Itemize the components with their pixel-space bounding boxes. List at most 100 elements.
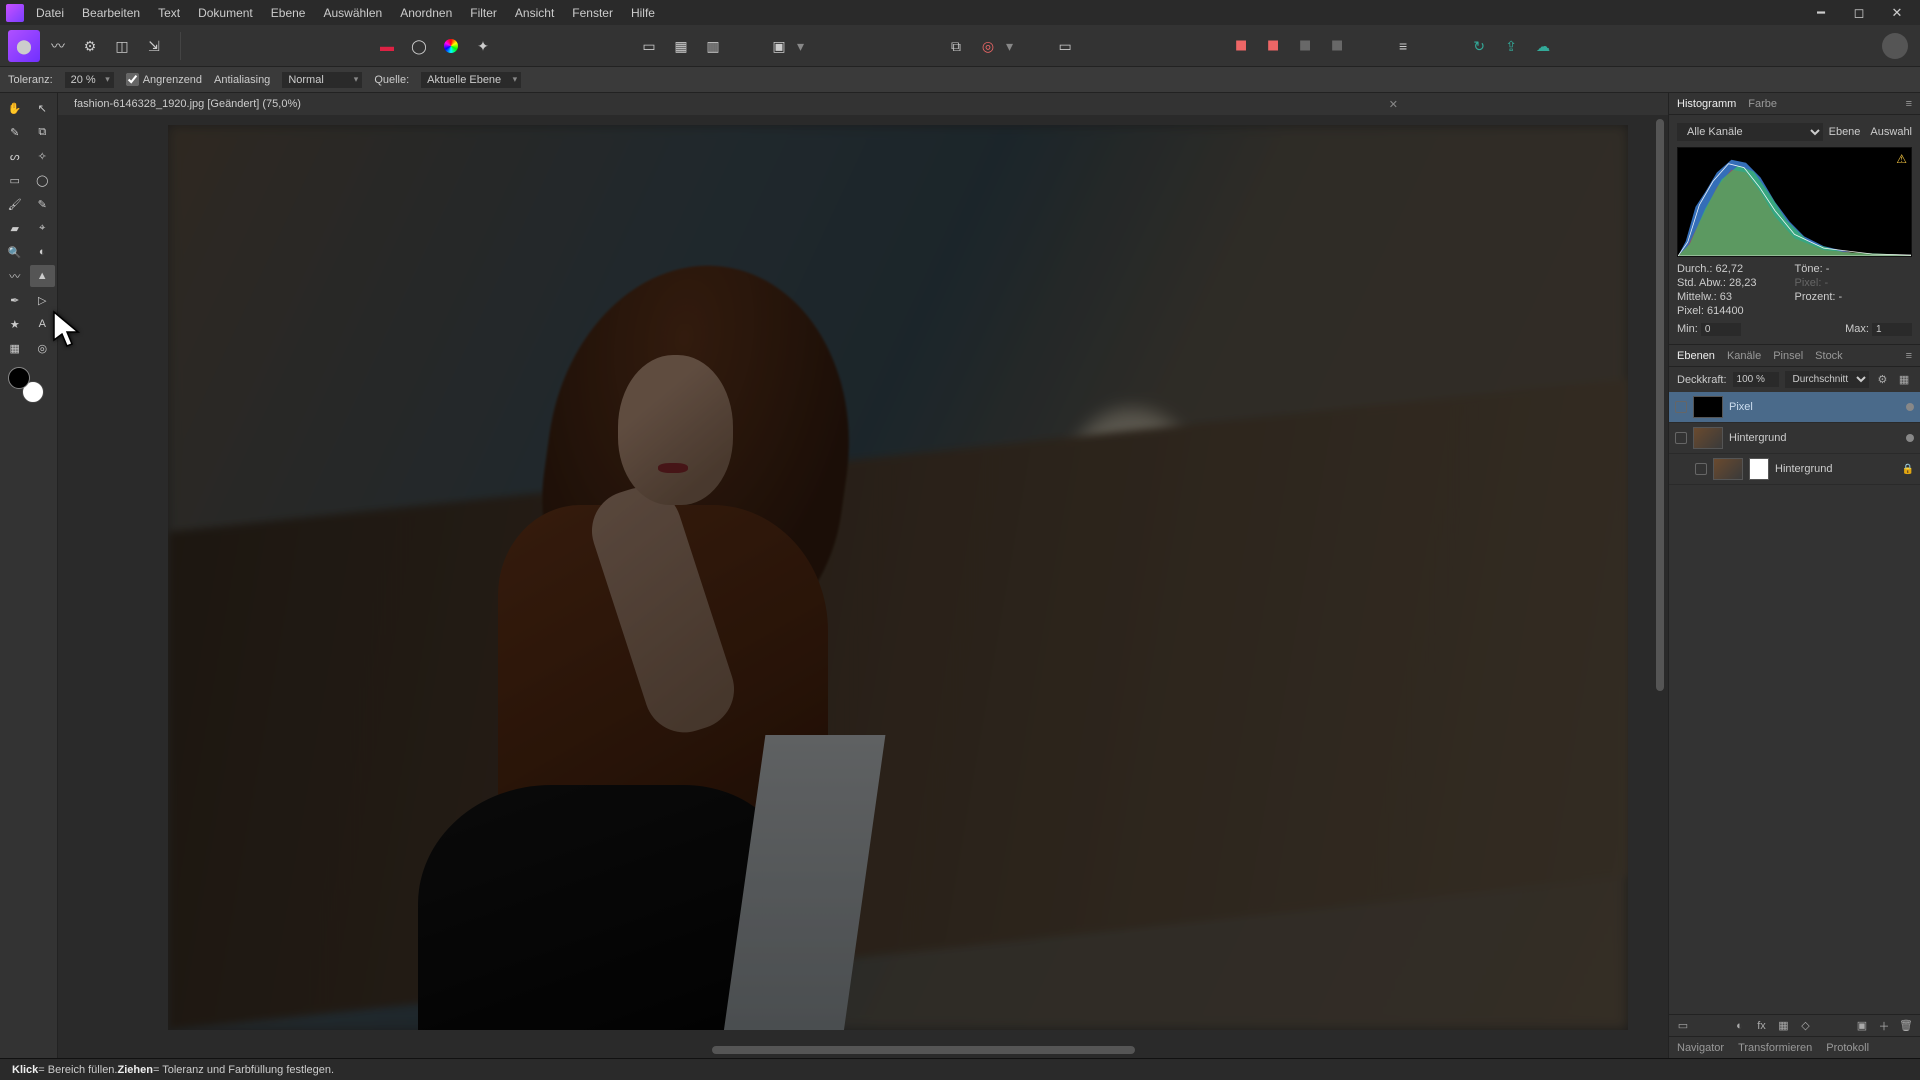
export-persona-icon[interactable]: ⇲ [140,32,168,60]
blend-mode-select[interactable]: Normal [282,72,362,88]
sync-cloud-icon[interactable]: ☁ [1529,32,1557,60]
scope-layer[interactable]: Ebene [1829,126,1861,138]
mask-icon[interactable]: ▭ [1675,1018,1691,1034]
horizontal-scrollbar[interactable] [138,1044,1648,1056]
selection-add-icon[interactable]: ▦ [667,32,695,60]
close-tab-icon[interactable]: ✕ [1389,98,1398,111]
menu-bearbeiten[interactable]: Bearbeiten [82,6,140,20]
layers-menu-icon[interactable]: ≡ [1906,350,1912,362]
layer-fx-icon[interactable]: ⚙ [1875,372,1891,388]
pen-tool[interactable]: ✒ [2,289,28,311]
layer-hintergrund-1[interactable]: Hintergrund [1669,423,1920,454]
account-avatar[interactable] [1882,33,1908,59]
node-tool[interactable]: ▷ [30,289,56,311]
arrange-back-icon[interactable]: ⯀ [1259,32,1287,60]
tab-color[interactable]: Farbe [1748,98,1777,110]
layer-pixel[interactable]: Pixel [1669,392,1920,423]
selection-subtract-icon[interactable]: ▥ [699,32,727,60]
fx-icon[interactable]: fx [1754,1018,1770,1034]
freehand-select-tool[interactable]: ◯ [30,169,56,191]
antialias-label[interactable]: Antialiasing [214,74,270,86]
zoom-tool[interactable]: 🔍 [2,241,28,263]
pixel-brush-tool[interactable]: ✎ [30,193,56,215]
crop-mode-icon[interactable]: ⧉ [942,32,970,60]
menu-anordnen[interactable]: Anordnen [400,6,452,20]
align-icon[interactable]: ≡ [1389,32,1417,60]
layer-name[interactable]: Hintergrund [1729,432,1900,444]
color-wheel-icon[interactable] [437,32,465,60]
sync-up-icon[interactable]: ⇪ [1497,32,1525,60]
lock-icon[interactable]: 🔒 [1902,464,1914,475]
photo-persona-icon[interactable]: ⬤ [8,30,40,62]
dodge-tool[interactable]: ◐ [30,241,56,263]
autocolor-icon[interactable]: ✦ [469,32,497,60]
arrange-bwd-icon[interactable]: ⯀ [1323,32,1351,60]
mask-add-icon[interactable]: ▦ [1776,1018,1792,1034]
develop-persona-icon[interactable]: ⚙ [76,32,104,60]
minimize-button[interactable]: ━ [1804,2,1838,24]
menu-hilfe[interactable]: Hilfe [631,6,655,20]
menu-dokument[interactable]: Dokument [198,6,253,20]
add-layer-icon[interactable]: ＋ [1876,1018,1892,1034]
quickmask-icon[interactable]: ▣ [765,32,793,60]
vertical-scrollbar[interactable] [1654,117,1666,1040]
max-input[interactable] [1872,323,1912,336]
document-tab[interactable]: fashion-6146328_1920.jpg [Geändert] (75,… [66,95,309,113]
close-window-button[interactable]: ✕ [1880,2,1914,24]
layer-hintergrund-2[interactable]: Hintergrund 🔒 [1669,454,1920,485]
move-tool[interactable]: ↖ [30,97,56,119]
menu-fenster[interactable]: Fenster [572,6,613,20]
maximize-button[interactable]: ◻ [1842,2,1876,24]
visibility-toggle[interactable] [1675,432,1687,444]
visibility-toggle[interactable] [1675,401,1687,413]
eye-dropper-tool[interactable]: ◎ [30,337,56,359]
liquify-persona-icon[interactable]: 〰 [44,32,72,60]
delete-layer-icon[interactable]: 🗑 [1898,1018,1914,1034]
scope-selection[interactable]: Auswahl [1870,126,1912,138]
min-input[interactable] [1701,323,1741,336]
hand-tool[interactable]: ✋ [2,97,28,119]
tab-history[interactable]: Protokoll [1826,1042,1869,1054]
menu-ansicht[interactable]: Ansicht [515,6,554,20]
visibility-toggle[interactable] [1695,463,1707,475]
adjustment-icon[interactable]: ◐ [1732,1018,1748,1034]
circle-icon[interactable]: ◯ [405,32,433,60]
menu-filter[interactable]: Filter [470,6,497,20]
live-filter-icon[interactable]: ◇ [1798,1018,1814,1034]
tab-layers[interactable]: Ebenen [1677,350,1715,362]
crop-tool[interactable]: ⧉ [30,121,56,143]
selection-new-icon[interactable]: ▭ [635,32,663,60]
arrange-fwd-icon[interactable]: ⯀ [1291,32,1319,60]
text-tool[interactable]: A [30,313,56,335]
menu-datei[interactable]: Datei [36,6,64,20]
magic-wand-tool[interactable]: ✧ [30,145,56,167]
shape-tool[interactable]: ★ [2,313,28,335]
tab-histogram[interactable]: Histogramm [1677,98,1736,110]
tab-stock[interactable]: Stock [1815,350,1843,362]
tone-map-persona-icon[interactable]: ◫ [108,32,136,60]
color-picker-tool[interactable]: ✎ [2,121,28,143]
channel-select[interactable]: Alle Kanäle [1677,123,1823,141]
swatch-red-icon[interactable]: ▬ [373,32,401,60]
tab-brush[interactable]: Pinsel [1773,350,1803,362]
sync-add-icon[interactable]: ↻ [1465,32,1493,60]
menu-ebene[interactable]: Ebene [271,6,306,20]
selection-brush-tool[interactable]: ᔕ [2,145,28,167]
layer-mask-thumbnail[interactable] [1749,458,1769,480]
color-swatches[interactable] [8,367,44,403]
canvas-viewport[interactable] [58,115,1668,1058]
tolerance-input[interactable]: 20 % [65,72,114,88]
smudge-tool[interactable]: 〰 [2,265,28,287]
panel-menu-icon[interactable]: ≡ [1906,98,1912,110]
paint-brush-tool[interactable]: 🖌 [2,193,28,215]
tab-navigator[interactable]: Navigator [1677,1042,1724,1054]
source-select[interactable]: Aktuelle Ebene [421,72,521,88]
marquee-tool[interactable]: ▭ [2,169,28,191]
contiguous-checkbox[interactable]: Angrenzend [126,73,202,86]
canvas-image[interactable] [168,125,1628,1030]
clone-tool[interactable]: ⌖ [30,217,56,239]
menu-auswaehlen[interactable]: Auswählen [323,6,382,20]
fill-tool[interactable]: ▲ [30,265,56,287]
layer-name[interactable]: Hintergrund [1775,463,1896,475]
menu-text[interactable]: Text [158,6,180,20]
